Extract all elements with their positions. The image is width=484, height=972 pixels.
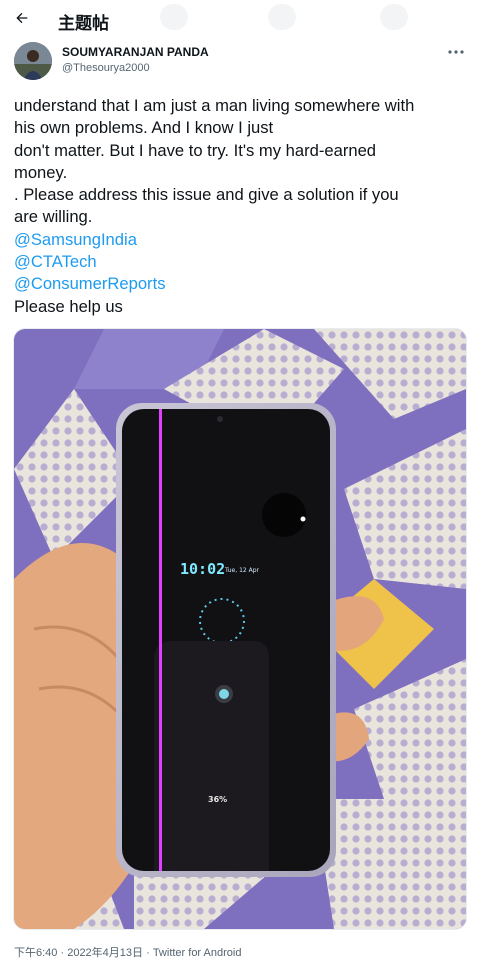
tweet-line: money. — [14, 162, 68, 182]
tweet-line: understand that I am just a man living s… — [14, 96, 415, 115]
top-bar: 主题帖 — [0, 0, 484, 38]
meta-separator: · — [57, 947, 68, 959]
tweet-text: understand that I am just a man living s… — [14, 95, 474, 318]
phone-clock: 10:02 — [180, 560, 225, 578]
avatar[interactable] — [14, 42, 52, 80]
screen-defect-line — [159, 409, 162, 871]
tweet-meta: 下午6:40 · 2022年4月13日 · Twitter for Androi… — [14, 944, 241, 960]
more-horizontal-icon — [448, 50, 464, 54]
phone-date: Tue, 12 Apr — [224, 567, 260, 574]
more-button[interactable] — [446, 44, 466, 60]
meta-separator: · — [143, 947, 153, 959]
mention-link[interactable]: @CTATech — [14, 252, 97, 271]
arrow-left-icon — [16, 12, 28, 24]
tweet-line: his own problems. And I know I just — [14, 118, 274, 138]
tweet-line: Please help us — [14, 296, 123, 316]
faded-tab-shape — [380, 4, 408, 30]
author-handle[interactable]: @Thesourya2000 — [62, 62, 150, 74]
author-name[interactable]: SOUMYARANJAN PANDA — [62, 45, 209, 59]
tweet-photo[interactable]: 10:02 Tue, 12 Apr 36% — [13, 328, 467, 930]
tweet-author: SOUMYARANJAN PANDA @Thesourya2000 — [14, 42, 470, 82]
tweet-source[interactable]: Twitter for Android — [153, 947, 242, 959]
tweet-time[interactable]: 下午6:40 — [14, 947, 57, 959]
faded-tab-shape — [160, 4, 188, 30]
mention-link[interactable]: @ConsumerReports — [14, 274, 166, 293]
faded-tab-shape — [268, 4, 296, 30]
tweet-date[interactable]: 2022年4月13日 — [67, 947, 143, 959]
mention-link[interactable]: @SamsungIndia — [14, 230, 137, 249]
phone-battery: 36% — [208, 795, 227, 804]
page-title: 主题帖 — [58, 14, 109, 33]
tweet-line: don't matter. But I have to try. It's my… — [14, 140, 377, 160]
tweet-line: . Please address this issue and give a s… — [14, 185, 399, 205]
tweet-line: are willing. — [14, 207, 93, 227]
back-button[interactable] — [10, 6, 34, 30]
